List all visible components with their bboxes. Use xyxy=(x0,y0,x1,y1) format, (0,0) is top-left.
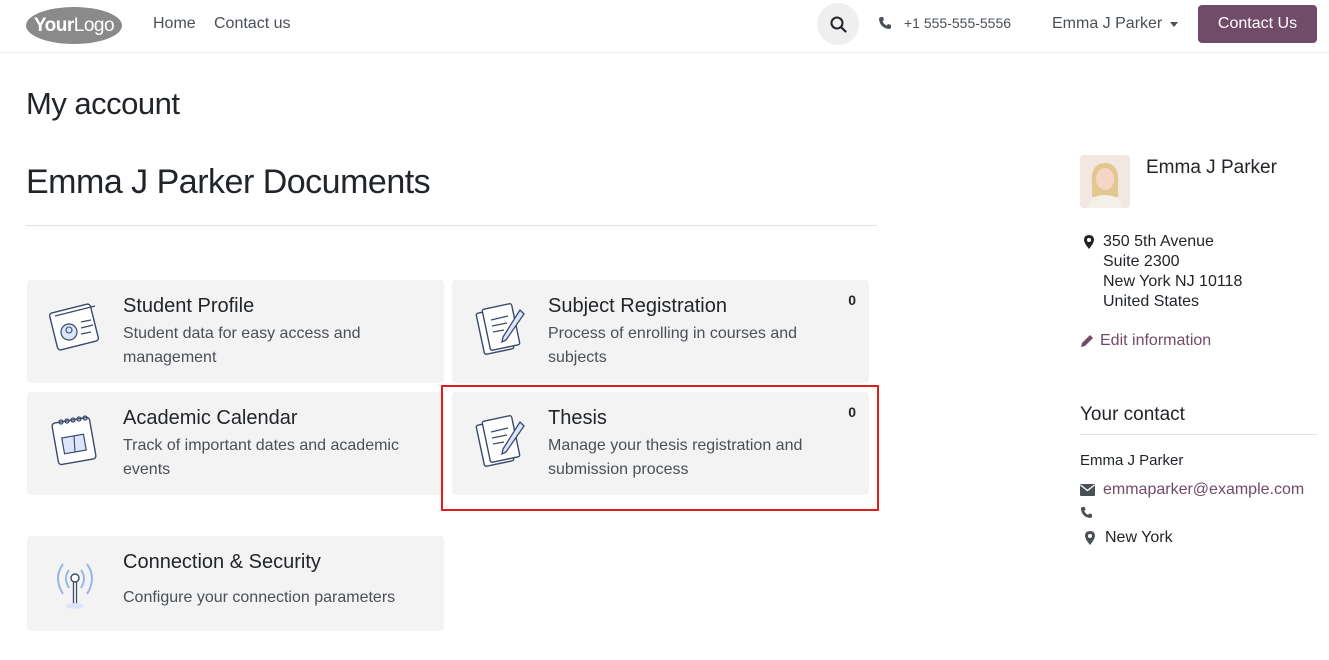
user-menu[interactable]: Emma J Parker xyxy=(1052,15,1179,33)
pencil-icon xyxy=(1081,335,1093,347)
card-description: Process of enrolling in courses and subj… xyxy=(548,325,798,366)
phone-icon xyxy=(1080,506,1093,519)
card-description: Configure your connection parameters xyxy=(123,589,396,606)
card-student-profile[interactable]: Student Profile Student data for easy ac… xyxy=(27,280,444,383)
envelope-icon xyxy=(1080,484,1095,496)
profile-name: Emma J Parker xyxy=(1146,157,1277,178)
contact-email[interactable]: emmaparker@example.com xyxy=(1103,481,1304,499)
top-navbar: YourLogo Home Contact us +1 555-555-5556… xyxy=(0,0,1329,53)
address-block: 350 5th Avenue Suite 2300 New York NJ 10… xyxy=(1103,232,1242,312)
address-line: New York NJ 10118 xyxy=(1103,273,1243,290)
contact-city-row: New York xyxy=(1085,529,1173,547)
phone-link[interactable]: +1 555-555-5556 xyxy=(878,15,1011,31)
divider xyxy=(1080,434,1317,435)
count-badge: 0 xyxy=(848,292,856,308)
nav-contact-link[interactable]: Contact us xyxy=(214,15,290,33)
highlight-box xyxy=(441,385,879,511)
user-menu-label: Emma J Parker xyxy=(1052,15,1163,32)
address-line: Suite 2300 xyxy=(1103,253,1180,270)
card-academic-calendar[interactable]: Academic Calendar Track of important dat… xyxy=(27,392,444,495)
card-title: Academic Calendar xyxy=(123,407,298,429)
document-pen-icon xyxy=(475,303,525,355)
edit-information-link[interactable]: Edit information xyxy=(1080,332,1211,350)
card-description: Track of important dates and academic ev… xyxy=(123,437,399,478)
phone-icon xyxy=(879,17,891,29)
card-title: Subject Registration xyxy=(548,295,727,317)
divider xyxy=(26,225,877,226)
chevron-down-icon xyxy=(1170,21,1179,27)
student-profile-icon xyxy=(49,303,100,351)
search-icon xyxy=(830,16,847,33)
antenna-icon xyxy=(57,563,93,609)
your-contact-heading: Your contact xyxy=(1080,404,1185,425)
avatar xyxy=(1080,155,1130,208)
page-title: My account xyxy=(26,86,180,121)
edit-information-label: Edit information xyxy=(1100,332,1212,349)
contact-name: Emma J Parker xyxy=(1080,452,1184,469)
contact-city: New York xyxy=(1105,529,1173,546)
calendar-icon xyxy=(51,415,97,466)
card-title: Student Profile xyxy=(123,295,255,317)
nav-home-link[interactable]: Home xyxy=(153,15,196,33)
documents-title: Emma J Parker Documents xyxy=(26,163,431,201)
logo[interactable]: YourLogo xyxy=(26,7,122,44)
contact-us-button[interactable]: Contact Us xyxy=(1198,5,1317,43)
card-title: Connection & Security xyxy=(123,551,321,573)
search-button[interactable] xyxy=(817,3,859,45)
card-connection-security[interactable]: Connection & Security Configure your con… xyxy=(27,536,444,631)
contact-phone-row xyxy=(1080,506,1101,519)
card-subject-registration[interactable]: Subject Registration Process of enrollin… xyxy=(452,280,869,383)
address-line: 350 5th Avenue xyxy=(1103,233,1214,250)
map-marker-icon xyxy=(1085,531,1095,545)
address-line: United States xyxy=(1103,293,1200,310)
phone-number: +1 555-555-5556 xyxy=(904,15,1012,31)
map-marker-icon xyxy=(1084,235,1094,249)
card-description: Student data for easy access and managem… xyxy=(123,325,361,366)
contact-email-row[interactable]: emmaparker@example.com xyxy=(1080,481,1304,499)
